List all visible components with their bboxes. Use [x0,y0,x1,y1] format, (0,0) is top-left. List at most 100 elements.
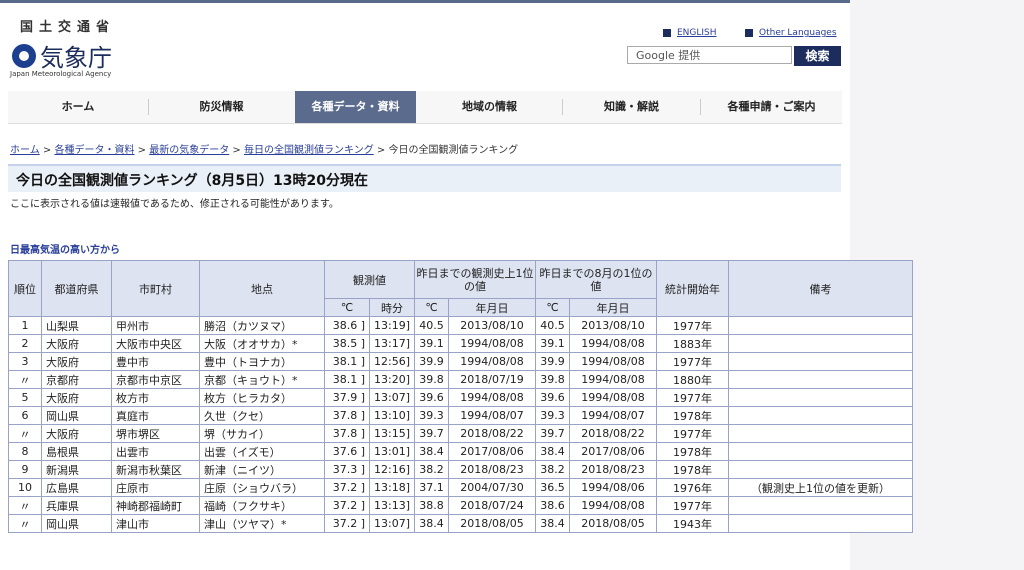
cell-time: 13:15] [369,424,415,443]
cell-city: 津山市 [111,514,200,533]
cell-temperature: 38.1 ] [324,352,370,371]
jma-logo-icon[interactable] [12,44,36,68]
cell-prefecture: 島根県 [41,442,112,461]
cell-prefecture: 新潟県 [41,460,112,479]
cell-rank: 8 [8,442,42,461]
cell-rank: 2 [8,334,42,353]
cell-august-temp: 39.8 [535,370,570,389]
header-date: 年月日 [569,298,657,317]
cell-station: 豊中（トヨナカ） [199,352,325,371]
cell-august-date: 2018/08/23 [569,460,657,479]
cell-remark [728,424,913,443]
cell-start-year: 1883年 [656,334,729,353]
agency-logo-text[interactable]: 気象庁 [40,38,112,73]
cell-city: 真庭市 [111,406,200,425]
cell-august-date: 1994/08/06 [569,478,657,497]
cell-prefecture: 京都府 [41,370,112,389]
cell-city: 堺市堺区 [111,424,200,443]
cell-city: 新潟市秋葉区 [111,460,200,479]
cell-record-temp: 39.9 [414,352,449,371]
other-languages-label[interactable]: Other Languages [759,28,837,38]
cell-august-date: 2018/08/05 [569,514,657,533]
other-languages-link[interactable]: Other Languages [745,28,837,38]
cell-record-temp: 40.5 [414,316,449,335]
search-button[interactable]: 検索 [794,46,841,66]
cell-station: 津山（ツヤマ）* [199,514,325,533]
nav-data[interactable]: 各種データ・資料 [295,91,416,123]
cell-time: 13:20] [369,370,415,389]
cell-rank: 5 [8,388,42,407]
cell-prefecture: 大阪府 [41,352,112,371]
cell-start-year: 1976年 [656,478,729,497]
table-row: 〃岡山県 津山市 津山（ツヤマ）* 37.2 ] 13:07] 38.4 2018/08/0… [8,514,913,533]
section-title: 日最高気温の高い方から [10,245,120,256]
header-observed: 観測値 [324,260,415,299]
cell-august-date: 2018/08/22 [569,424,657,443]
english-link[interactable]: ENGLISH [663,28,717,38]
cell-august-date: 1994/08/07 [569,406,657,425]
breadcrumb-separator: > [232,145,241,156]
breadcrumb-data[interactable]: 各種データ・資料 [54,145,134,156]
breadcrumb-separator: > [376,145,386,156]
cell-record-date: 2013/08/10 [448,316,536,335]
cell-start-year: 1977年 [656,316,729,335]
cell-start-year: 1978年 [656,460,729,479]
cell-start-year: 1977年 [656,496,729,515]
cell-record-temp: 37.1 [414,478,449,497]
cell-august-date: 2013/08/10 [569,316,657,335]
cell-time: 13:18] [369,478,415,497]
cell-remark [728,388,913,407]
nav-applications[interactable]: 各種申請・ご案内 [701,91,842,123]
cell-august-date: 1994/08/08 [569,352,657,371]
header-time: 時分 [369,298,415,317]
breadcrumb-daily-ranking[interactable]: 毎日の全国観測値ランキング [244,145,374,156]
cell-temperature: 37.8 ] [324,406,370,425]
cell-rank: 〃 [8,496,42,515]
cell-city: 大阪市中央区 [111,334,200,353]
cell-temperature: 37.2 ] [324,514,370,533]
square-bullet-icon [745,28,753,37]
cell-rank: 〃 [8,424,42,443]
cell-city: 京都市中京区 [111,370,200,389]
header-celsius: ℃ [324,298,370,317]
cell-record-temp: 38.2 [414,460,449,479]
nav-regional-info[interactable]: 地域の情報 [417,91,562,123]
search-input[interactable]: Google 提供 [627,46,792,64]
header-date: 年月日 [448,298,536,317]
nav-knowledge[interactable]: 知識・解説 [563,91,700,123]
cell-rank: 〃 [8,370,42,389]
cell-record-date: 2004/07/30 [448,478,536,497]
table-row: 10 広島県 庄原市 庄原（ショウバラ） 37.2 ] 13:18] 37.1 2004/07… [8,478,913,497]
cell-august-date: 1994/08/08 [569,496,657,515]
cell-august-temp: 39.3 [535,406,570,425]
header-celsius: ℃ [414,298,449,317]
ranking-table-body: 1 山梨県 甲州市 勝沼（カツヌマ） 38.6 ] 13:19] 40.5 2013/08/1… [8,316,913,533]
cell-city: 出雲市 [111,442,200,461]
cell-prefecture: 広島県 [41,478,112,497]
breadcrumb-latest-data[interactable]: 最新の気象データ [149,145,229,156]
cell-record-date: 2018/07/19 [448,370,536,389]
breadcrumb: ホーム > 各種データ・資料 > 最新の気象データ > 毎日の全国観測値ランキン… [10,141,518,156]
cell-time: 12:56] [369,352,415,371]
cell-august-temp: 36.5 [535,478,570,497]
top-border [0,0,850,3]
nav-home[interactable]: ホーム [8,91,148,123]
cell-start-year: 1977年 [656,424,729,443]
nav-disaster-info[interactable]: 防災情報 [149,91,294,123]
cell-rank: 9 [8,460,42,479]
cell-remark: （観測史上1位の値を更新） [728,478,913,497]
breadcrumb-separator: > [137,145,147,156]
cell-remark [728,406,913,425]
square-bullet-icon [663,28,671,37]
cell-august-temp: 38.6 [535,496,570,515]
cell-august-temp: 38.4 [535,514,570,533]
cell-time: 13:13] [369,496,415,515]
cell-august-date: 1994/08/08 [569,334,657,353]
cell-start-year: 1880年 [656,370,729,389]
english-link-label[interactable]: ENGLISH [677,28,717,38]
table-row: 2 大阪府 大阪市中央区 大阪（オオサカ）* 38.5 ] 13:17] 39.1 1994/… [8,334,913,353]
cell-time: 13:07] [369,388,415,407]
cell-temperature: 37.9 ] [324,388,370,407]
table-row: 3 大阪府 豊中市 豊中（トヨナカ） 38.1 ] 12:56] 39.9 1994/08/0… [8,352,913,371]
breadcrumb-home[interactable]: ホーム [10,145,40,156]
